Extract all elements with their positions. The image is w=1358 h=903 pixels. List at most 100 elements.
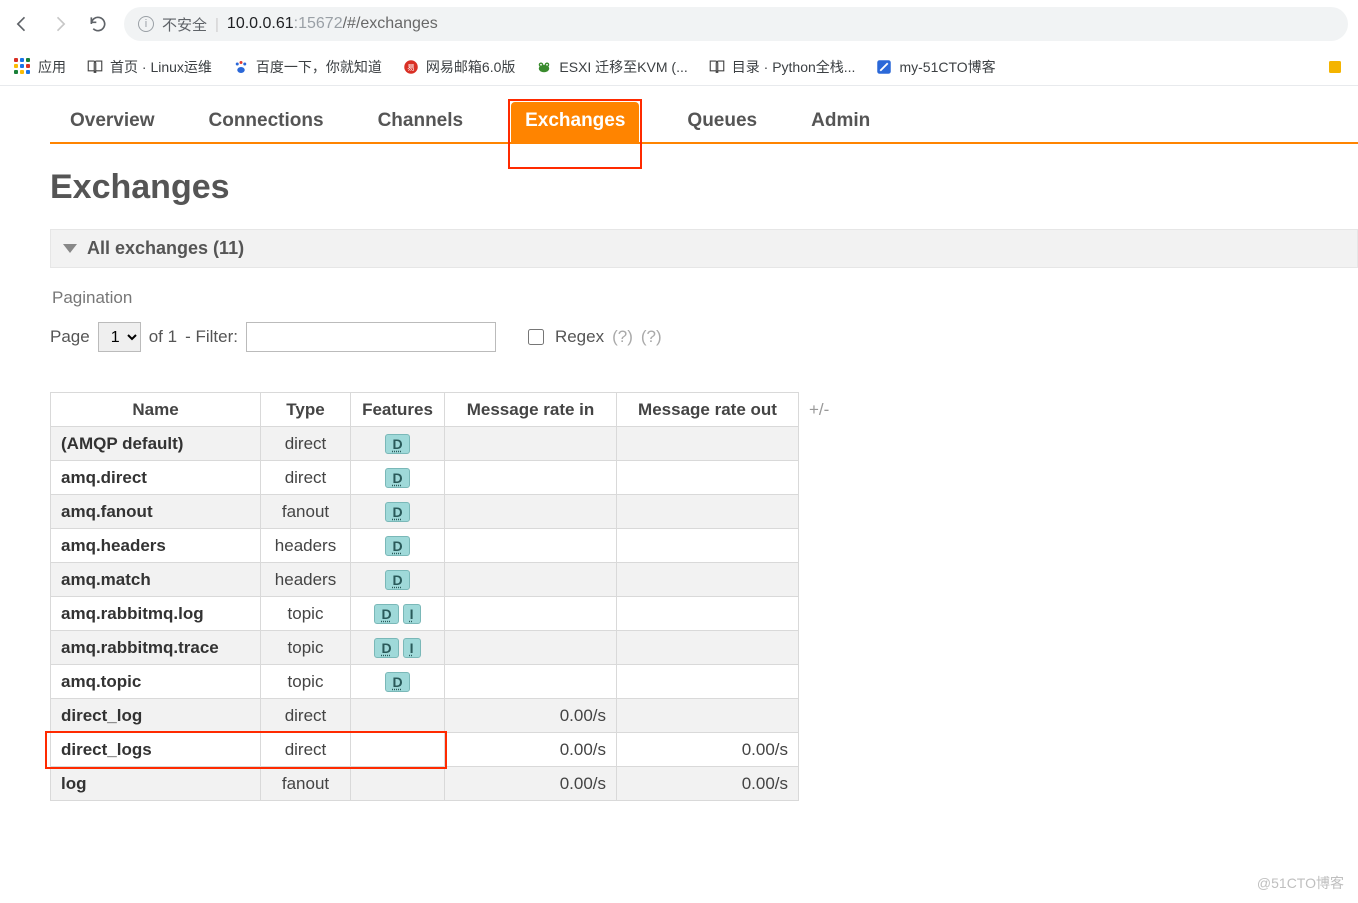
- durable-badge: D: [374, 604, 398, 624]
- tab-overview[interactable]: Overview: [64, 102, 161, 142]
- cell-name[interactable]: amq.headers: [51, 529, 261, 563]
- durable-badge: D: [385, 536, 409, 556]
- book-icon: [708, 58, 726, 76]
- exchanges-table: Name Type Features Message rate in Messa…: [50, 392, 840, 801]
- address-bar[interactable]: i 不安全 | 10.0.0.61:15672/#/exchanges: [124, 7, 1348, 41]
- col-features[interactable]: Features: [351, 393, 445, 427]
- cell-features: D: [351, 529, 445, 563]
- cell-features: D: [351, 495, 445, 529]
- bookmark-51cto[interactable]: my-51CTO博客: [875, 57, 995, 77]
- page-select[interactable]: 1: [98, 322, 141, 352]
- internal-badge: I: [403, 638, 421, 658]
- back-button[interactable]: [10, 12, 34, 36]
- durable-badge: D: [374, 638, 398, 658]
- cell-features: DI: [351, 631, 445, 665]
- section-all-exchanges[interactable]: All exchanges (11): [50, 229, 1358, 268]
- tab-channels[interactable]: Channels: [372, 102, 470, 142]
- cell-type: direct: [261, 699, 351, 733]
- section-title: All exchanges (11): [87, 238, 244, 259]
- durable-badge: D: [385, 672, 409, 692]
- bookmark-linux[interactable]: 首页 · Linux运维: [86, 57, 212, 77]
- bookmark-label: 网易邮箱6.0版: [426, 57, 515, 77]
- cell-name[interactable]: direct_log: [51, 699, 261, 733]
- bookmark-esxi[interactable]: ESXI 迁移至KVM (...: [535, 57, 687, 77]
- durable-badge: D: [385, 570, 409, 590]
- cell-features: [351, 699, 445, 733]
- bookmark-more[interactable]: [1326, 58, 1344, 76]
- bookmarks-bar: 应用 首页 · Linux运维 百度一下，你就知道 易 网易邮箱6.0版 ESX…: [0, 48, 1358, 86]
- cell-name[interactable]: amq.match: [51, 563, 261, 597]
- cell-name[interactable]: amq.rabbitmq.log: [51, 597, 261, 631]
- filter-input[interactable]: [246, 322, 496, 352]
- cell-rate-out: [617, 631, 799, 665]
- col-name[interactable]: Name: [51, 393, 261, 427]
- col-rate-in[interactable]: Message rate in: [445, 393, 617, 427]
- cell-name[interactable]: amq.topic: [51, 665, 261, 699]
- table-row: amq.topictopic D: [51, 665, 840, 699]
- page-label: Page: [50, 327, 90, 347]
- tab-admin[interactable]: Admin: [805, 102, 876, 142]
- cell-rate-in: 0.00/s: [445, 699, 617, 733]
- square-icon: [1326, 58, 1344, 76]
- col-type[interactable]: Type: [261, 393, 351, 427]
- cell-name[interactable]: amq.fanout: [51, 495, 261, 529]
- watermark: @51CTO博客: [1257, 873, 1344, 893]
- col-plusminus[interactable]: +/-: [799, 393, 840, 427]
- triangle-down-icon: [63, 244, 77, 253]
- cell-type: headers: [261, 529, 351, 563]
- cell-type: headers: [261, 563, 351, 597]
- cell-features: D: [351, 563, 445, 597]
- cell-name[interactable]: amq.direct: [51, 461, 261, 495]
- regex-help-2[interactable]: (?): [641, 327, 662, 347]
- table-row: amq.directdirectD: [51, 461, 840, 495]
- reload-button[interactable]: [86, 12, 110, 36]
- regex-checkbox[interactable]: [528, 329, 544, 345]
- cell-type: fanout: [261, 767, 351, 801]
- forward-button[interactable]: [48, 12, 72, 36]
- cell-type: fanout: [261, 495, 351, 529]
- url-text: 10.0.0.61:15672/#/exchanges: [227, 15, 438, 33]
- bookmark-label: ESXI 迁移至KVM (...: [559, 57, 687, 77]
- apps-shortcut[interactable]: 应用: [14, 57, 66, 77]
- table-row: logfanout0.00/s0.00/s: [51, 767, 840, 801]
- col-rate-out[interactable]: Message rate out: [617, 393, 799, 427]
- table-row: amq.matchheaders D: [51, 563, 840, 597]
- cell-rate-out: 0.00/s: [617, 767, 799, 801]
- cell-features: D: [351, 665, 445, 699]
- cell-name[interactable]: amq.rabbitmq.trace: [51, 631, 261, 665]
- cell-rate-out: [617, 427, 799, 461]
- cell-features: [351, 733, 445, 767]
- cell-type: topic: [261, 597, 351, 631]
- bookmark-baidu[interactable]: 百度一下，你就知道: [232, 57, 382, 77]
- page-content: Overview Connections Channels Exchanges …: [0, 102, 1358, 801]
- cell-features: D: [351, 427, 445, 461]
- table-row: amq.rabbitmq.logtopicDI: [51, 597, 840, 631]
- tab-exchanges[interactable]: Exchanges: [511, 102, 639, 142]
- page-title: Exchanges: [50, 168, 1358, 207]
- cell-type: topic: [261, 665, 351, 699]
- table-row: amq.fanoutfanoutD: [51, 495, 840, 529]
- paw-icon: [232, 58, 250, 76]
- regex-help-1[interactable]: (?): [612, 327, 633, 347]
- cell-type: direct: [261, 427, 351, 461]
- bookmark-label: 百度一下，你就知道: [256, 57, 382, 77]
- tab-connections[interactable]: Connections: [203, 102, 330, 142]
- cell-rate-out: [617, 529, 799, 563]
- cell-rate-in: 0.00/s: [445, 733, 617, 767]
- cell-name[interactable]: direct_logs: [51, 733, 261, 767]
- cell-name[interactable]: (AMQP default): [51, 427, 261, 461]
- frog-icon: [535, 58, 553, 76]
- pager-row: Page 1 of 1 - Filter: Regex (?)(?): [50, 322, 1358, 352]
- cell-name[interactable]: log: [51, 767, 261, 801]
- site-info-icon[interactable]: i: [138, 16, 154, 32]
- cell-rate-out: [617, 495, 799, 529]
- durable-badge: D: [385, 434, 409, 454]
- bookmark-label: my-51CTO博客: [899, 57, 995, 77]
- table-row: amq.headersheaders D: [51, 529, 840, 563]
- tab-queues[interactable]: Queues: [681, 102, 763, 142]
- cell-rate-out: 0.00/s: [617, 733, 799, 767]
- bookmark-163mail[interactable]: 易 网易邮箱6.0版: [402, 57, 515, 77]
- table-row: direct_logdirect 0.00/s: [51, 699, 840, 733]
- mail-163-icon: 易: [402, 58, 420, 76]
- bookmark-python[interactable]: 目录 · Python全栈...: [708, 57, 856, 77]
